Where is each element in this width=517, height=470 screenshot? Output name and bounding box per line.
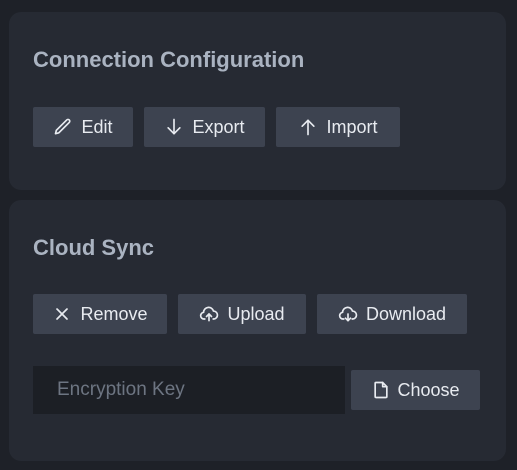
remove-button[interactable]: Remove [33, 294, 167, 334]
download-button-label: Download [365, 303, 447, 324]
remove-button-label: Remove [80, 303, 148, 324]
arrow-down-icon [167, 118, 182, 135]
import-button[interactable]: Import [276, 107, 400, 147]
cloud-upload-icon [200, 306, 219, 322]
connection-configuration-card: Connection Configuration Edit Export Imp… [9, 12, 506, 190]
export-button-label: Export [192, 116, 245, 137]
cloud-sync-card: Cloud Sync Remove Upload Download Encryp… [9, 200, 506, 461]
cloud-download-icon [338, 306, 358, 322]
import-button-label: Import [326, 116, 378, 137]
encryption-key-row: Choose [33, 366, 480, 414]
arrow-up-icon [301, 119, 316, 136]
pencil-icon [55, 118, 72, 135]
encryption-key-input[interactable] [33, 366, 345, 414]
choose-button-label: Choose [397, 379, 460, 400]
settings-page: Connection Configuration Edit Export Imp… [0, 0, 517, 470]
upload-button-label: Upload [227, 303, 285, 324]
cloud-sync-actions: Remove Upload Download [33, 294, 467, 334]
choose-file-button[interactable]: Choose [351, 370, 480, 410]
edit-button-label: Edit [81, 116, 113, 137]
download-button[interactable]: Download [317, 294, 467, 334]
export-button[interactable]: Export [144, 107, 265, 147]
file-icon [374, 381, 389, 399]
close-icon [56, 308, 69, 320]
upload-button[interactable]: Upload [178, 294, 306, 334]
connection-configuration-title: Connection Configuration [33, 47, 305, 72]
cloud-sync-title: Cloud Sync [33, 235, 155, 260]
connection-actions: Edit Export Import [33, 107, 400, 147]
edit-button[interactable]: Edit [33, 107, 133, 147]
